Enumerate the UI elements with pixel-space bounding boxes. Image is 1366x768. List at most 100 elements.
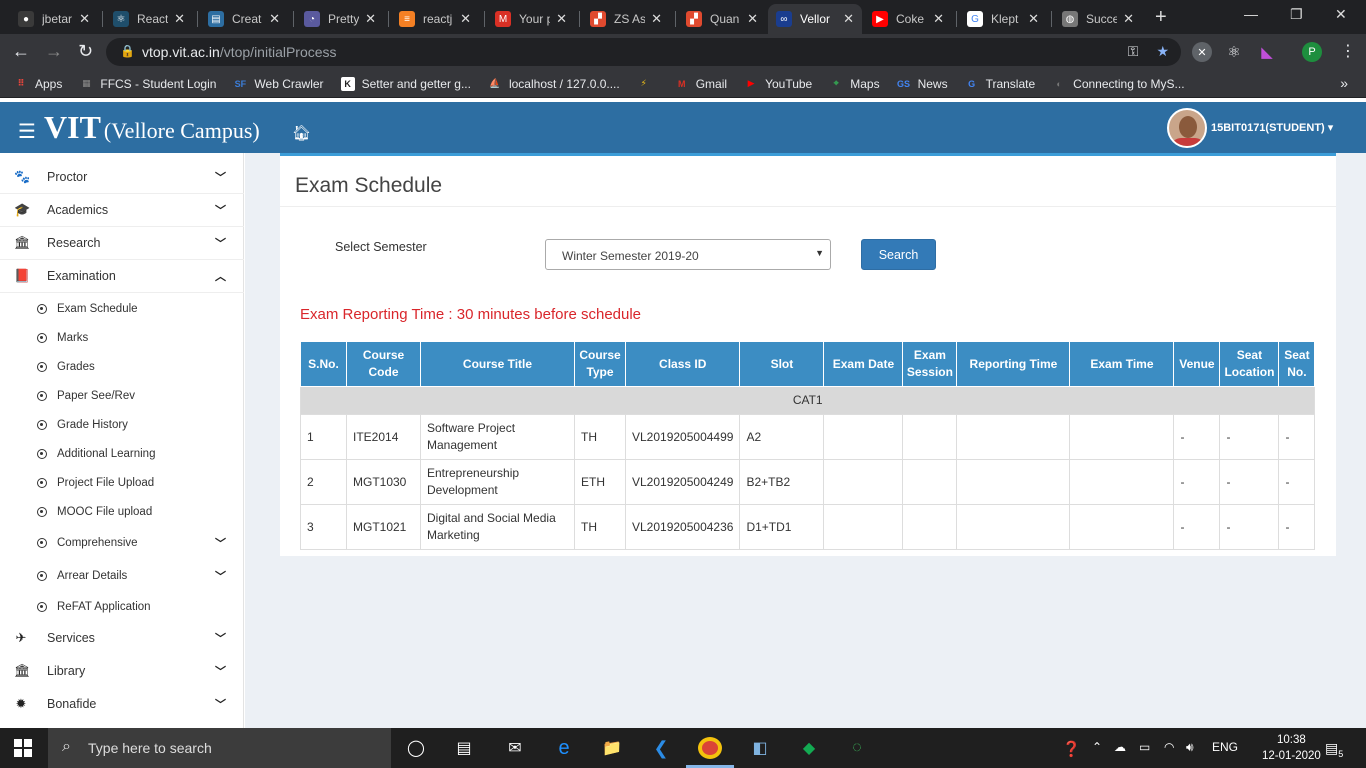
sidebar-subitem-grades[interactable]: Grades [0, 352, 244, 381]
bookmark-item[interactable]: ⛵ localhost / 127.0.0.... [488, 76, 620, 91]
tab-close-icon[interactable]: ✕ [1123, 11, 1134, 27]
browser-tab[interactable]: ⚛ React ✕ [105, 4, 193, 34]
forward-icon[interactable]: → [45, 41, 63, 62]
browser-tab[interactable]: G Klept ✕ [959, 4, 1047, 34]
sidebar-subitem-paper-see-rev[interactable]: Paper See/Rev [0, 381, 244, 410]
more-bookmarks-icon[interactable]: » [1340, 75, 1348, 91]
cortana-icon[interactable]: ◯ [404, 737, 428, 759]
file-explorer-icon[interactable]: 📁 [600, 737, 624, 759]
tab-close-icon[interactable]: ✕ [747, 11, 758, 27]
avatar[interactable] [1167, 108, 1207, 148]
back-icon[interactable]: ← [12, 41, 30, 62]
sidebar-item-examination[interactable]: 📕 Examination ︿ [0, 260, 244, 293]
bookmark-item[interactable]: GS News [897, 77, 948, 91]
tab-close-icon[interactable]: ✕ [174, 11, 185, 27]
windows-start-icon[interactable] [14, 739, 32, 757]
tab-close-icon[interactable]: ✕ [933, 11, 944, 27]
new-tab-icon[interactable]: + [1155, 6, 1167, 29]
help-icon[interactable]: ❓ [1062, 740, 1081, 758]
tab-close-icon[interactable]: ✕ [1028, 11, 1039, 27]
task-view-icon[interactable]: ▤ [452, 737, 476, 759]
semester-select[interactable]: Winter Semester 2019-20 ▼ [545, 239, 831, 270]
sidebar-item-bonafide[interactable]: ✹ Bonafide ﹀ [0, 687, 244, 720]
taskbar-search[interactable]: ⌕ Type here to search [48, 728, 391, 768]
profile-avatar[interactable]: P [1302, 42, 1322, 62]
extension-icon[interactable]: ✕ [1192, 42, 1212, 62]
bookmark-star-icon[interactable]: ★ [1156, 43, 1169, 60]
user-menu[interactable]: 15BIT0171(STUDENT) ▾ [1211, 121, 1333, 134]
circle-app-icon[interactable]: ◌ [845, 737, 869, 759]
sidebar-subitem-refat-application[interactable]: ReFAT Application [0, 592, 244, 621]
sidebar-item-proctor[interactable]: 🐾 Proctor ﹀ [0, 161, 244, 194]
browser-tab[interactable]: ◔ Pretty ✕ [296, 4, 384, 34]
wifi-icon[interactable]: ◠ [1164, 740, 1174, 754]
language-indicator[interactable]: ENG [1212, 740, 1238, 754]
tab-close-icon[interactable]: ✕ [460, 11, 471, 27]
minimize-icon[interactable]: — [1244, 6, 1258, 22]
browser-tab[interactable]: ≡ reactj ✕ [391, 4, 479, 34]
browser-tab[interactable]: ▶ Coke ✕ [864, 4, 952, 34]
sidebar-subitem-mooc-file-upload[interactable]: MOOC File upload [0, 497, 244, 526]
sidebar-item-research[interactable]: 🏛 Research ﹀ [0, 227, 244, 260]
tab-close-icon[interactable]: ✕ [651, 11, 662, 27]
app-icon[interactable]: ◧ [748, 737, 772, 759]
sidebar-subitem-exam-schedule[interactable]: Exam Schedule [0, 294, 244, 323]
mail-icon[interactable]: ✉ [503, 737, 527, 759]
site-logo[interactable]: VIT (Vellore Campus) [44, 109, 260, 146]
sidebar-subitem-marks[interactable]: Marks [0, 323, 244, 352]
browser-tab[interactable]: ∞ Vellor ✕ [768, 4, 862, 34]
bookmark-item[interactable]: ▶ YouTube [744, 77, 813, 91]
battery-icon[interactable]: ▭ [1139, 740, 1150, 754]
address-bar[interactable]: 🔒 vtop.vit.ac.in/vtop/initialProcess ⚿ ★ [106, 38, 1181, 66]
sidebar-subitem-comprehensive[interactable]: Comprehensive ﹀ [0, 526, 244, 559]
browser-tab[interactable]: ▞ Quan ✕ [678, 4, 766, 34]
menu-dots-icon[interactable]: ⋮ [1340, 41, 1356, 61]
clock[interactable]: 10:38 12-01-2020 [1262, 732, 1321, 764]
sidebar-subitem-additional-learning[interactable]: Additional Learning [0, 439, 244, 468]
sidebar-item-services[interactable]: ✈ Services ﹀ [0, 621, 244, 654]
key-icon[interactable]: ⚿ [1128, 43, 1139, 60]
bookmark-item[interactable]: G Translate [965, 77, 1035, 91]
bookmark-item[interactable]: SF Web Crawler [233, 77, 324, 91]
browser-tab[interactable]: ● jbetar ✕ [10, 4, 98, 34]
sidebar-subitem-grade-history[interactable]: Grade History [0, 410, 244, 439]
home-icon[interactable]: 🏠︎ [292, 124, 311, 142]
chevron-up-icon[interactable]: ⌃ [1092, 740, 1102, 754]
notification-icon[interactable]: ▤5 [1325, 740, 1343, 759]
tab-close-icon[interactable]: ✕ [556, 11, 567, 27]
bookmark-item[interactable]: ◐ Connecting to MyS... [1052, 77, 1184, 91]
browser-tab[interactable]: M Your p ✕ [487, 4, 575, 34]
sidebar-item-academics[interactable]: 🎓 Academics ﹀ [0, 194, 244, 227]
browser-tab[interactable]: ▞ ZS As ✕ [582, 4, 670, 34]
sidebar-subitem-project-file-upload[interactable]: Project File Upload [0, 468, 244, 497]
bookmark-item[interactable]: ▦ FFCS - Student Login [79, 77, 216, 91]
bookmark-item[interactable]: ⌖ Maps [829, 77, 880, 91]
browser-tab[interactable]: ◍ Succe ✕ [1054, 4, 1142, 34]
browser-tab[interactable]: ▤ Creat ✕ [200, 4, 288, 34]
vscode-icon[interactable]: ❮ [649, 737, 673, 759]
reload-icon[interactable]: ↻ [78, 41, 93, 62]
volume-icon[interactable]: 🔊︎ [1186, 740, 1194, 755]
table-cell [956, 459, 1071, 505]
bookmark-item[interactable]: M Gmail [675, 77, 727, 91]
sidebar-item-library[interactable]: 🏛 Library ﹀ [0, 654, 244, 687]
bookmark-label: localhost / 127.0.0.... [508, 76, 620, 91]
sidebar-subitem-arrear-details[interactable]: Arrear Details ﹀ [0, 559, 244, 592]
chrome-icon[interactable] [698, 737, 722, 759]
extension-badge-icon[interactable]: ◣ [1257, 42, 1277, 62]
tab-close-icon[interactable]: ✕ [79, 11, 90, 27]
close-window-icon[interactable]: ✕ [1335, 6, 1347, 23]
mongodb-icon[interactable]: ◆ [797, 737, 821, 759]
edge-icon[interactable]: e [552, 737, 576, 759]
bookmark-item[interactable]: ⠿ Apps [14, 77, 62, 91]
tab-close-icon[interactable]: ✕ [843, 11, 854, 27]
restore-icon[interactable]: ❐ [1290, 6, 1303, 23]
react-devtools-icon[interactable]: ⚛ [1224, 42, 1244, 62]
onedrive-icon[interactable]: ☁ [1114, 740, 1126, 754]
search-button[interactable]: Search [861, 239, 936, 270]
hamburger-menu-icon[interactable]: ☰ [18, 119, 36, 144]
bookmark-item[interactable]: K Setter and getter g... [340, 76, 471, 91]
tab-close-icon[interactable]: ✕ [365, 11, 376, 27]
tab-close-icon[interactable]: ✕ [269, 11, 280, 27]
bookmark-item[interactable]: ⚡ [637, 77, 658, 91]
